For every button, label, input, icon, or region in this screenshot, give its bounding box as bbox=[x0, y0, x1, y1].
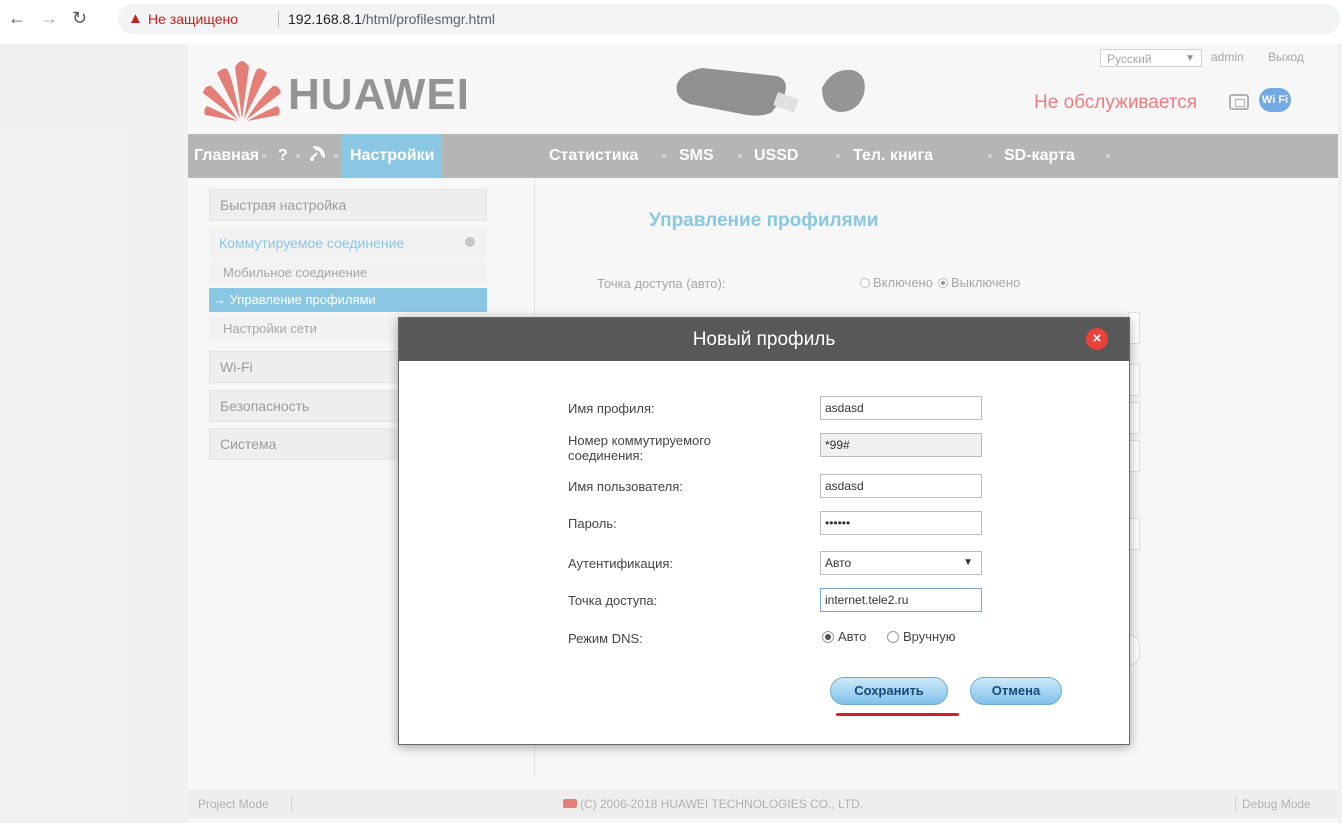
back-arrow-icon[interactable]: ← bbox=[8, 8, 26, 29]
chevron-down-icon: ▼ bbox=[963, 557, 973, 568]
save-button[interactable]: Сохранить bbox=[830, 677, 948, 705]
password-label: Пароль: bbox=[568, 516, 617, 531]
apn-input[interactable]: internet.tele2.ru bbox=[820, 588, 982, 612]
auth-select[interactable]: Авто ▼ bbox=[820, 551, 982, 575]
url-text[interactable]: 192.168.8.1/html/profilesmgr.html bbox=[288, 4, 495, 34]
new-profile-dialog: Новый профиль × Имя профиля: asdasd Номе… bbox=[398, 317, 1130, 745]
browser-toolbar: ← → ↻ ▲ Не защищено 192.168.8.1/html/pro… bbox=[0, 0, 1342, 44]
dns-auto-label: Авто bbox=[838, 629, 867, 644]
dial-number-input[interactable]: *99# bbox=[820, 433, 982, 457]
profile-name-label: Имя профиля: bbox=[568, 401, 655, 416]
url-path: /html/profilesmgr.html bbox=[361, 11, 496, 27]
dns-manual-label: Вручную bbox=[903, 629, 956, 644]
username-input[interactable]: asdasd bbox=[820, 474, 982, 498]
forward-arrow-icon[interactable]: → bbox=[40, 8, 58, 29]
username-label: Имя пользователя: bbox=[568, 479, 683, 494]
auth-label: Аутентификация: bbox=[568, 556, 673, 571]
dns-mode-label: Режим DNS: bbox=[568, 631, 643, 646]
password-input[interactable]: •••••• bbox=[820, 511, 982, 535]
address-bar[interactable]: ▲ Не защищено 192.168.8.1/html/profilesm… bbox=[118, 4, 1340, 34]
auth-select-value: Авто bbox=[825, 556, 852, 570]
dial-number-label: Номер коммутируемого соединения: bbox=[568, 433, 711, 463]
url-host: 192.168.8.1 bbox=[288, 11, 362, 27]
radio-icon bbox=[887, 631, 899, 643]
cancel-button[interactable]: Отмена bbox=[970, 677, 1062, 705]
radio-icon bbox=[822, 631, 834, 643]
address-divider bbox=[278, 11, 279, 27]
profile-name-input[interactable]: asdasd bbox=[820, 396, 982, 420]
reload-icon[interactable]: ↻ bbox=[72, 8, 87, 29]
apn-label: Точка доступа: bbox=[568, 593, 658, 608]
close-icon[interactable]: × bbox=[1086, 328, 1108, 350]
save-highlight-underline bbox=[836, 713, 959, 716]
warning-icon: ▲ bbox=[128, 10, 143, 27]
dns-auto-radio[interactable]: Авто bbox=[822, 629, 866, 644]
not-secure-label[interactable]: Не защищено bbox=[148, 4, 238, 34]
dns-manual-radio[interactable]: Вручную bbox=[887, 629, 955, 644]
dialog-title: Новый профиль bbox=[692, 329, 836, 350]
